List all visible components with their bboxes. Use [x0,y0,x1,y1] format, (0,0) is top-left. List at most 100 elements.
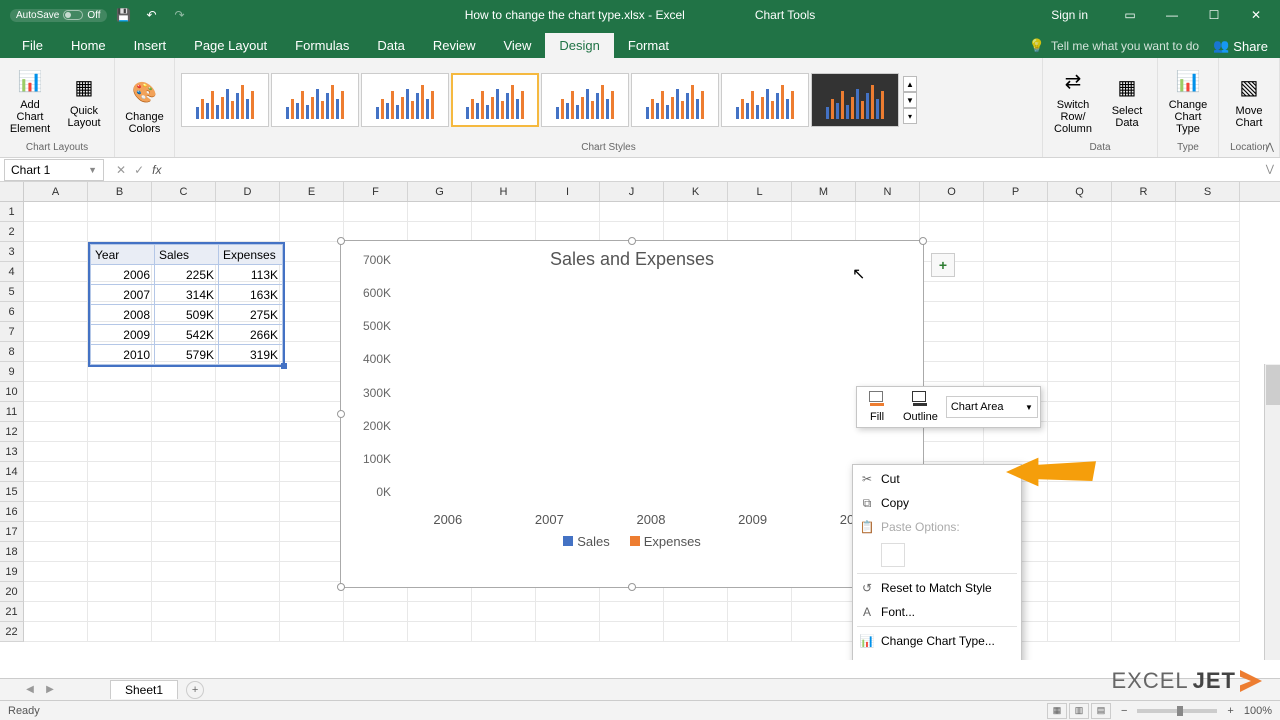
table-cell[interactable]: 225K [155,265,219,285]
row-header[interactable]: 8 [0,342,24,362]
cell[interactable] [1112,422,1176,442]
cell[interactable] [88,562,152,582]
menu-copy[interactable]: ⧉Copy [853,491,1021,515]
menu-reset-style[interactable]: ↺Reset to Match Style [853,576,1021,600]
cell[interactable] [216,442,280,462]
cell[interactable] [152,622,216,642]
column-header[interactable]: S [1176,182,1240,201]
cell[interactable] [24,562,88,582]
cell[interactable] [1176,282,1240,302]
cell[interactable] [1048,242,1112,262]
column-header[interactable]: B [88,182,152,201]
cancel-formula-icon[interactable]: ✕ [116,163,126,177]
chart-plot-area[interactable]: 0K100K200K300K400K500K600K700K2006200720… [397,274,911,506]
cell[interactable] [152,502,216,522]
cell[interactable] [984,362,1048,382]
column-header[interactable]: O [920,182,984,201]
cell[interactable] [1176,322,1240,342]
cell[interactable] [24,382,88,402]
cell[interactable] [1112,582,1176,602]
cell[interactable] [1048,362,1112,382]
cell[interactable] [1112,562,1176,582]
chart-style-thumb[interactable] [181,73,269,127]
row-header[interactable]: 4 [0,262,24,282]
cell[interactable] [216,502,280,522]
cell[interactable] [856,202,920,222]
cell[interactable] [216,222,280,242]
cell[interactable] [1112,342,1176,362]
cell[interactable] [1048,562,1112,582]
row-header[interactable]: 13 [0,442,24,462]
cell[interactable] [280,562,344,582]
select-data-button[interactable]: ▦ Select Data [1101,69,1153,131]
row-header[interactable]: 11 [0,402,24,422]
cell[interactable] [24,202,88,222]
scroll-up-icon[interactable]: ▲ [903,76,917,92]
cell[interactable] [1112,442,1176,462]
column-header[interactable]: A [24,182,88,201]
cell[interactable] [280,422,344,442]
tab-view[interactable]: View [489,33,545,58]
chart-style-thumb[interactable] [451,73,539,127]
menu-font[interactable]: AFont... [853,600,1021,624]
cell[interactable] [1112,362,1176,382]
cell[interactable] [1176,462,1240,482]
cell[interactable] [24,622,88,642]
quick-layout-button[interactable]: ▦ Quick Layout [58,69,110,131]
table-header[interactable]: Expenses [219,245,283,265]
cell[interactable] [280,202,344,222]
column-header[interactable]: G [408,182,472,201]
cell[interactable] [344,622,408,642]
cell[interactable] [24,502,88,522]
chart-element-selector[interactable]: Chart Area▼ [946,396,1038,418]
cell[interactable] [280,522,344,542]
cell[interactable] [24,422,88,442]
chevron-down-icon[interactable]: ▼ [88,165,97,175]
cell[interactable] [792,622,856,642]
cell[interactable] [280,362,344,382]
column-header[interactable]: M [792,182,856,201]
cell[interactable] [536,222,600,242]
cell[interactable] [1048,622,1112,642]
cell[interactable] [664,222,728,242]
menu-change-chart-type[interactable]: 📊Change Chart Type... [853,629,1021,653]
cell[interactable] [1112,502,1176,522]
cell[interactable] [280,542,344,562]
chart-style-thumb[interactable] [271,73,359,127]
normal-view-icon[interactable]: ▦ [1047,703,1067,719]
tab-design[interactable]: Design [545,33,613,58]
cell[interactable] [1112,222,1176,242]
cell[interactable] [920,442,984,462]
cell[interactable] [216,582,280,602]
cell[interactable] [472,622,536,642]
row-header[interactable]: 10 [0,382,24,402]
cell[interactable] [1176,302,1240,322]
cell[interactable] [280,622,344,642]
tab-insert[interactable]: Insert [120,33,181,58]
cell[interactable] [24,402,88,422]
fx-icon[interactable]: fx [152,163,161,177]
zoom-out-icon[interactable]: − [1121,705,1127,717]
collapse-ribbon-icon[interactable]: ⋀ [1266,142,1274,153]
cell[interactable] [600,622,664,642]
autosave-toggle[interactable]: AutoSave Off [10,9,107,22]
cell[interactable] [920,202,984,222]
cell[interactable] [88,202,152,222]
cell[interactable] [152,522,216,542]
cell[interactable] [216,482,280,502]
cell[interactable] [1048,602,1112,622]
cell[interactable] [408,202,472,222]
cell[interactable] [216,422,280,442]
cell[interactable] [88,502,152,522]
sheet-tab[interactable]: Sheet1 [110,680,178,699]
cell[interactable] [344,202,408,222]
undo-icon[interactable]: ↶ [141,4,163,26]
cell[interactable] [24,442,88,462]
cell[interactable] [984,242,1048,262]
cell[interactable] [88,382,152,402]
cell[interactable] [1176,422,1240,442]
table-cell[interactable]: 2010 [91,345,155,365]
tab-format[interactable]: Format [614,33,683,58]
cell[interactable] [1112,602,1176,622]
cell[interactable] [1176,622,1240,642]
